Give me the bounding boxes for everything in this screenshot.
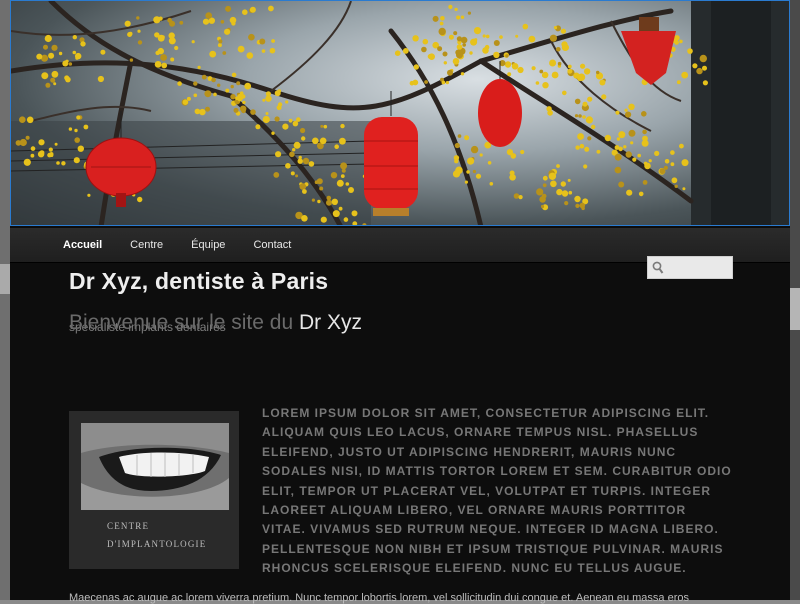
entry-title: Bienvenue sur le site du Dr Xyz	[69, 311, 362, 335]
smile-illustration	[81, 423, 229, 510]
left-edge	[0, 0, 10, 600]
image-caption-box: Centre d'implantologie	[69, 411, 239, 569]
banner-illustration	[11, 1, 789, 225]
page: Accueil Centre Équipe Contact Dr Xyz, de…	[10, 0, 790, 604]
entry-title-prefix: Bienvenue sur le site du	[69, 311, 299, 334]
second-paragraph: Maecenas ac augue ac lorem viverra preti…	[69, 592, 689, 604]
caption-line-1: Centre	[107, 521, 150, 531]
right-scrollbar-thumb[interactable]	[790, 288, 800, 330]
nav-item-equipe[interactable]: Équipe	[191, 239, 225, 251]
search-box[interactable]	[647, 256, 733, 279]
left-edge-tab	[0, 264, 10, 294]
caption-text: Centre d'implantologie	[107, 517, 227, 553]
entry-title-highlight: Dr Xyz	[298, 311, 362, 334]
nav-item-centre[interactable]: Centre	[130, 239, 163, 251]
site-title[interactable]: Dr Xyz, dentiste à Paris	[69, 268, 328, 295]
right-scrollbar-track[interactable]	[790, 0, 800, 600]
magnifier-icon	[652, 261, 664, 274]
search-input[interactable]	[666, 259, 732, 278]
nav-item-accueil[interactable]: Accueil	[63, 239, 102, 251]
nav-item-contact[interactable]: Contact	[253, 239, 291, 251]
header-banner-image	[10, 0, 790, 226]
smile-photo	[81, 423, 229, 510]
caption-line-2: d'implantologie	[107, 539, 207, 549]
lorem-paragraph: Lorem ipsum dolor sit amet, consectetur …	[262, 406, 732, 576]
